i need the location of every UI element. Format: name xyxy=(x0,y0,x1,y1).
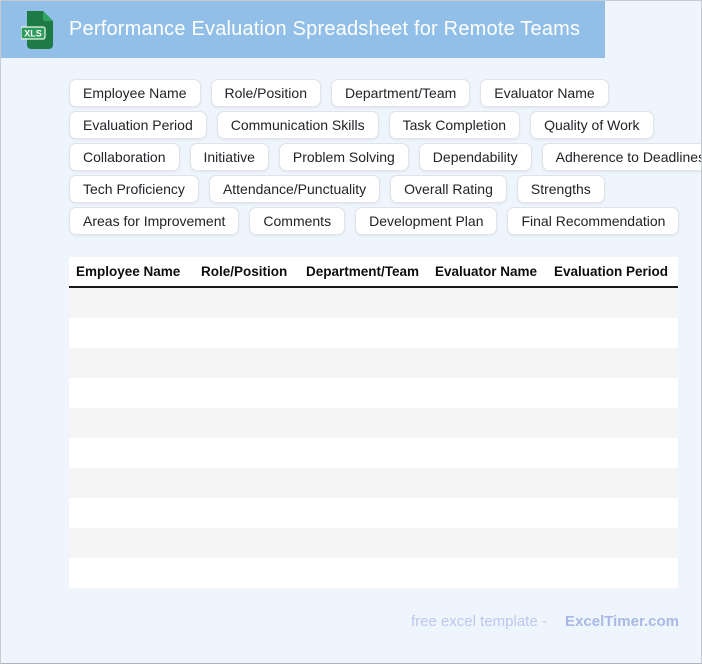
xls-file-icon: XLS xyxy=(21,10,53,49)
chip-row: Evaluation Period Communication Skills Tas… xyxy=(69,111,697,139)
page-title: Performance Evaluation Spreadsheet for R… xyxy=(69,18,581,40)
table-row xyxy=(69,528,678,558)
table-row xyxy=(69,498,678,528)
chip-quality-of-work[interactable]: Quality of Work xyxy=(530,111,654,139)
column-header-evaluator-name: Evaluator Name xyxy=(435,264,538,279)
chip-row: Areas for Improvement Comments Development… xyxy=(69,207,697,235)
chip-collaboration[interactable]: Collaboration xyxy=(69,143,180,171)
chip-task-completion[interactable]: Task Completion xyxy=(388,111,521,139)
chip-areas-for-improvement[interactable]: Areas for Improvement xyxy=(69,207,240,235)
column-header-employee-name: Employee Name xyxy=(76,264,181,279)
chip-attendance-punctuality[interactable]: Attendance/Punctuality xyxy=(208,175,381,203)
chip-employee-name[interactable]: Employee Name xyxy=(69,79,201,107)
table-row xyxy=(69,348,678,378)
table-body xyxy=(69,288,678,588)
footer-text: free excel template - xyxy=(410,613,547,630)
chip-evaluation-period[interactable]: Evaluation Period xyxy=(69,111,207,139)
chip-adherence-to-deadlines[interactable]: Adherence to Deadlines xyxy=(541,143,701,171)
chip-strengths[interactable]: Strengths xyxy=(516,175,605,203)
chip-row: Employee Name Role/Position Department/Tea… xyxy=(69,79,697,107)
chip-role-position[interactable]: Role/Position xyxy=(210,79,321,107)
chip-communication-skills[interactable]: Communication Skills xyxy=(216,111,379,139)
xls-icon-label: XLS xyxy=(24,28,42,38)
footer: free excel template - ExcelTimer.com xyxy=(411,613,679,630)
chip-department-team[interactable]: Department/Team xyxy=(331,79,471,107)
page: XLS Performance Evaluation Spreadsheet f… xyxy=(0,0,702,664)
header-band: XLS Performance Evaluation Spreadsheet f… xyxy=(1,1,605,58)
chip-overall-rating[interactable]: Overall Rating xyxy=(390,175,507,203)
chip-development-plan[interactable]: Development Plan xyxy=(355,207,498,235)
footer-brand-link[interactable]: ExcelTimer.com xyxy=(565,613,679,630)
chip-row: Collaboration Initiative Problem Solving De… xyxy=(69,143,701,171)
table-row xyxy=(69,318,678,348)
table-row xyxy=(69,558,678,588)
chip-dependability[interactable]: Dependability xyxy=(418,143,532,171)
chip-evaluator-name[interactable]: Evaluator Name xyxy=(480,79,609,107)
table-row xyxy=(69,438,678,468)
chip-row: Tech Proficiency Attendance/Punctuality Ov… xyxy=(69,175,697,203)
chips-area: Employee Name Role/Position Department/Tea… xyxy=(69,79,701,235)
column-header-evaluation-period: Evaluation Period xyxy=(554,264,669,279)
chip-tech-proficiency[interactable]: Tech Proficiency xyxy=(69,175,199,203)
table-row xyxy=(69,378,678,408)
chip-final-recommendation[interactable]: Final Recommendation xyxy=(507,207,680,235)
chip-comments[interactable]: Comments xyxy=(249,207,346,235)
table-row xyxy=(69,408,678,438)
table-row xyxy=(69,288,678,318)
chip-initiative[interactable]: Initiative xyxy=(189,143,269,171)
column-header-role-position: Role/Position xyxy=(201,264,288,279)
data-table: Employee Name Role/Position Department/Tea… xyxy=(69,257,678,588)
table-row xyxy=(69,468,678,498)
chip-problem-solving[interactable]: Problem Solving xyxy=(278,143,409,171)
column-header-department-team: Department/Team xyxy=(306,264,420,279)
table-header-row: Employee Name Role/Position Department/Tea… xyxy=(69,257,678,288)
